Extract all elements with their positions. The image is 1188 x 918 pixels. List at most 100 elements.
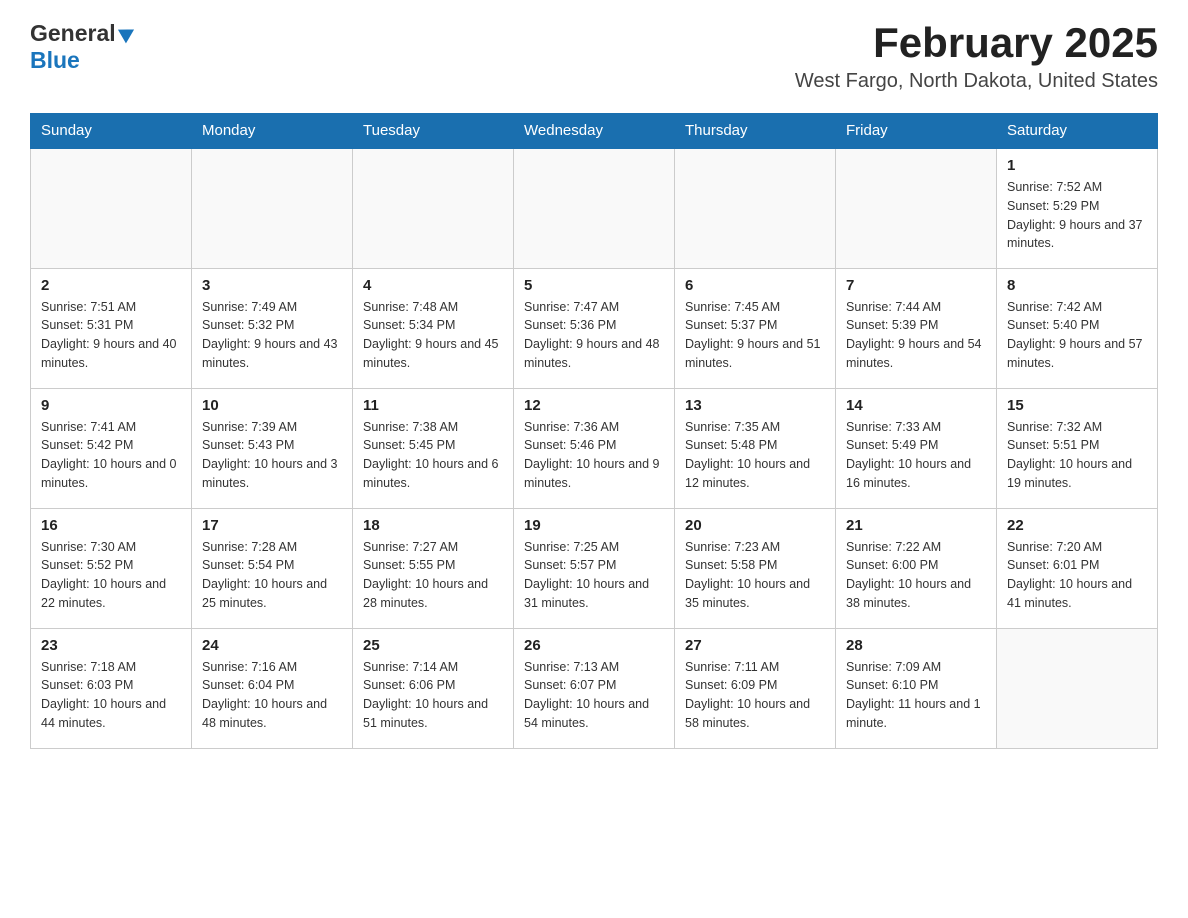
day-number: 16 bbox=[41, 517, 181, 534]
day-number: 6 bbox=[685, 277, 825, 294]
day-header-tuesday: Tuesday bbox=[353, 114, 514, 149]
day-info: Sunrise: 7:44 AMSunset: 5:39 PMDaylight:… bbox=[846, 298, 986, 373]
day-info: Sunrise: 7:22 AMSunset: 6:00 PMDaylight:… bbox=[846, 538, 986, 613]
calendar-cell: 24 Sunrise: 7:16 AMSunset: 6:04 PMDayligh… bbox=[192, 628, 353, 748]
week-row-4: 16 Sunrise: 7:30 AMSunset: 5:52 PMDayligh… bbox=[31, 508, 1158, 628]
day-header-monday: Monday bbox=[192, 114, 353, 149]
day-info: Sunrise: 7:30 AMSunset: 5:52 PMDaylight:… bbox=[41, 538, 181, 613]
day-number: 19 bbox=[524, 517, 664, 534]
calendar-cell bbox=[836, 148, 997, 268]
calendar-title: February 2025 bbox=[795, 20, 1158, 66]
day-info: Sunrise: 7:36 AMSunset: 5:46 PMDaylight:… bbox=[524, 418, 664, 493]
day-number: 13 bbox=[685, 397, 825, 414]
day-info: Sunrise: 7:42 AMSunset: 5:40 PMDaylight:… bbox=[1007, 298, 1147, 373]
day-info: Sunrise: 7:35 AMSunset: 5:48 PMDaylight:… bbox=[685, 418, 825, 493]
day-number: 5 bbox=[524, 277, 664, 294]
logo-blue-text: Blue bbox=[30, 47, 80, 74]
calendar-cell: 4Sunrise: 7:48 AMSunset: 5:34 PMDaylight… bbox=[353, 268, 514, 388]
calendar-cell bbox=[514, 148, 675, 268]
day-header-sunday: Sunday bbox=[31, 114, 192, 149]
day-number: 10 bbox=[202, 397, 342, 414]
calendar-cell bbox=[31, 148, 192, 268]
day-info: Sunrise: 7:41 AMSunset: 5:42 PMDaylight:… bbox=[41, 418, 181, 493]
calendar-cell: 7 Sunrise: 7:44 AMSunset: 5:39 PMDaylight… bbox=[836, 268, 997, 388]
calendar-cell: 9 Sunrise: 7:41 AMSunset: 5:42 PMDaylight… bbox=[31, 388, 192, 508]
day-number: 9 bbox=[41, 397, 181, 414]
day-info: Sunrise: 7:23 AMSunset: 5:58 PMDaylight:… bbox=[685, 538, 825, 613]
day-info: Sunrise: 7:20 AMSunset: 6:01 PMDaylight:… bbox=[1007, 538, 1147, 613]
calendar-cell: 23 Sunrise: 7:18 AMSunset: 6:03 PMDayligh… bbox=[31, 628, 192, 748]
calendar-cell bbox=[997, 628, 1158, 748]
calendar-cell: 8 Sunrise: 7:42 AMSunset: 5:40 PMDaylight… bbox=[997, 268, 1158, 388]
day-number: 2 bbox=[41, 277, 181, 294]
week-row-3: 9 Sunrise: 7:41 AMSunset: 5:42 PMDaylight… bbox=[31, 388, 1158, 508]
day-number: 15 bbox=[1007, 397, 1147, 414]
day-number: 24 bbox=[202, 637, 342, 654]
day-number: 21 bbox=[846, 517, 986, 534]
day-info: Sunrise: 7:16 AMSunset: 6:04 PMDaylight:… bbox=[202, 658, 342, 733]
week-row-5: 23 Sunrise: 7:18 AMSunset: 6:03 PMDayligh… bbox=[31, 628, 1158, 748]
calendar-cell: 20 Sunrise: 7:23 AMSunset: 5:58 PMDayligh… bbox=[675, 508, 836, 628]
day-info: Sunrise: 7:32 AMSunset: 5:51 PMDaylight:… bbox=[1007, 418, 1147, 493]
day-header-saturday: Saturday bbox=[997, 114, 1158, 149]
day-info: Sunrise: 7:25 AMSunset: 5:57 PMDaylight:… bbox=[524, 538, 664, 613]
day-number: 20 bbox=[685, 517, 825, 534]
calendar-cell bbox=[675, 148, 836, 268]
day-info: Sunrise: 7:48 AMSunset: 5:34 PMDaylight:… bbox=[363, 298, 503, 373]
day-number: 27 bbox=[685, 637, 825, 654]
calendar-cell: 12Sunrise: 7:36 AMSunset: 5:46 PMDayligh… bbox=[514, 388, 675, 508]
calendar-cell: 16 Sunrise: 7:30 AMSunset: 5:52 PMDayligh… bbox=[31, 508, 192, 628]
day-number: 3 bbox=[202, 277, 342, 294]
day-number: 26 bbox=[524, 637, 664, 654]
day-number: 11 bbox=[363, 397, 503, 414]
calendar-header-row: SundayMondayTuesdayWednesdayThursdayFrid… bbox=[31, 114, 1158, 149]
day-info: Sunrise: 7:52 AMSunset: 5:29 PMDaylight:… bbox=[1007, 178, 1147, 253]
calendar-cell: 28 Sunrise: 7:09 AMSunset: 6:10 PMDayligh… bbox=[836, 628, 997, 748]
calendar-cell bbox=[192, 148, 353, 268]
calendar-cell: 1 Sunrise: 7:52 AMSunset: 5:29 PMDaylight… bbox=[997, 148, 1158, 268]
day-number: 22 bbox=[1007, 517, 1147, 534]
logo-general-text: General bbox=[30, 20, 116, 47]
day-header-wednesday: Wednesday bbox=[514, 114, 675, 149]
day-info: Sunrise: 7:47 AMSunset: 5:36 PMDaylight:… bbox=[524, 298, 664, 373]
calendar-cell: 18Sunrise: 7:27 AMSunset: 5:55 PMDayligh… bbox=[353, 508, 514, 628]
day-info: Sunrise: 7:09 AMSunset: 6:10 PMDaylight:… bbox=[846, 658, 986, 733]
calendar-cell: 17 Sunrise: 7:28 AMSunset: 5:54 PMDayligh… bbox=[192, 508, 353, 628]
day-number: 17 bbox=[202, 517, 342, 534]
day-number: 18 bbox=[363, 517, 503, 534]
day-info: Sunrise: 7:18 AMSunset: 6:03 PMDaylight:… bbox=[41, 658, 181, 733]
page-header: General Blue February 2025 West Fargo, N… bbox=[30, 20, 1158, 93]
calendar-table: SundayMondayTuesdayWednesdayThursdayFrid… bbox=[30, 113, 1158, 749]
day-number: 14 bbox=[846, 397, 986, 414]
calendar-cell bbox=[353, 148, 514, 268]
calendar-cell: 2Sunrise: 7:51 AMSunset: 5:31 PMDaylight… bbox=[31, 268, 192, 388]
day-number: 23 bbox=[41, 637, 181, 654]
day-info: Sunrise: 7:13 AMSunset: 6:07 PMDaylight:… bbox=[524, 658, 664, 733]
calendar-subtitle: West Fargo, North Dakota, United States bbox=[795, 70, 1158, 93]
day-header-thursday: Thursday bbox=[675, 114, 836, 149]
day-info: Sunrise: 7:45 AMSunset: 5:37 PMDaylight:… bbox=[685, 298, 825, 373]
day-header-friday: Friday bbox=[836, 114, 997, 149]
calendar-cell: 15 Sunrise: 7:32 AMSunset: 5:51 PMDayligh… bbox=[997, 388, 1158, 508]
week-row-2: 2Sunrise: 7:51 AMSunset: 5:31 PMDaylight… bbox=[31, 268, 1158, 388]
day-info: Sunrise: 7:38 AMSunset: 5:45 PMDaylight:… bbox=[363, 418, 503, 493]
title-section: February 2025 West Fargo, North Dakota, … bbox=[795, 20, 1158, 93]
day-info: Sunrise: 7:39 AMSunset: 5:43 PMDaylight:… bbox=[202, 418, 342, 493]
week-row-1: 1 Sunrise: 7:52 AMSunset: 5:29 PMDaylight… bbox=[31, 148, 1158, 268]
logo: General Blue bbox=[30, 20, 135, 74]
day-info: Sunrise: 7:11 AMSunset: 6:09 PMDaylight:… bbox=[685, 658, 825, 733]
day-info: Sunrise: 7:49 AMSunset: 5:32 PMDaylight:… bbox=[202, 298, 342, 373]
day-number: 8 bbox=[1007, 277, 1147, 294]
day-number: 7 bbox=[846, 277, 986, 294]
day-info: Sunrise: 7:28 AMSunset: 5:54 PMDaylight:… bbox=[202, 538, 342, 613]
calendar-cell: 26 Sunrise: 7:13 AMSunset: 6:07 PMDayligh… bbox=[514, 628, 675, 748]
day-number: 28 bbox=[846, 637, 986, 654]
logo-arrow-icon bbox=[118, 22, 138, 43]
calendar-cell: 27 Sunrise: 7:11 AMSunset: 6:09 PMDayligh… bbox=[675, 628, 836, 748]
calendar-cell: 25Sunrise: 7:14 AMSunset: 6:06 PMDayligh… bbox=[353, 628, 514, 748]
calendar-cell: 14Sunrise: 7:33 AMSunset: 5:49 PMDayligh… bbox=[836, 388, 997, 508]
calendar-cell: 3 Sunrise: 7:49 AMSunset: 5:32 PMDaylight… bbox=[192, 268, 353, 388]
calendar-cell: 5 Sunrise: 7:47 AMSunset: 5:36 PMDaylight… bbox=[514, 268, 675, 388]
calendar-cell: 10 Sunrise: 7:39 AMSunset: 5:43 PMDayligh… bbox=[192, 388, 353, 508]
day-number: 1 bbox=[1007, 157, 1147, 174]
